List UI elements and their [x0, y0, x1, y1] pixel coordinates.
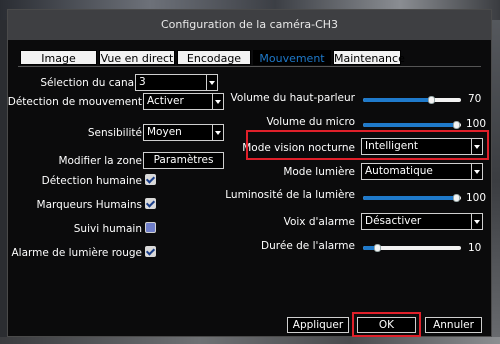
camera-config-dialog: Configuration de la caméra-CH3 Image Vue…: [7, 9, 492, 337]
cancel-button[interactable]: Annuler: [425, 317, 482, 333]
light-mode-select[interactable]: Automatique: [361, 163, 483, 180]
mic-volume-slider[interactable]: [363, 121, 461, 129]
ok-highlight: [352, 312, 421, 337]
light-brightness-fill: [363, 196, 457, 200]
alarm-duration-label: Durée de l'alarme: [261, 240, 355, 252]
channel-value: 3: [139, 76, 146, 88]
apply-button[interactable]: Appliquer: [287, 317, 349, 333]
speaker-volume-label: Volume du haut-parleur: [230, 92, 355, 104]
tab-motion[interactable]: Mouvement: [253, 50, 331, 65]
mic-volume-value: 100: [466, 118, 487, 130]
tab-encoding[interactable]: Encodage: [177, 50, 251, 65]
human-detection-checkbox[interactable]: [145, 174, 156, 185]
chevron-down-icon: [212, 94, 223, 109]
chevron-down-icon: [212, 125, 223, 140]
camera-feed-background-left: [0, 20, 7, 344]
night-vision-highlight: [246, 130, 489, 160]
speaker-volume-knob[interactable]: [428, 96, 435, 104]
mic-volume-knob[interactable]: [453, 121, 460, 129]
edit-zone-label: Modifier la zone: [58, 155, 142, 167]
alarm-duration-knob[interactable]: [374, 244, 381, 252]
light-mode-label: Mode lumière: [283, 166, 355, 178]
speaker-volume-value: 70: [468, 93, 482, 105]
human-tracking-checkbox[interactable]: [145, 222, 156, 233]
human-detection-label: Détection humaine: [41, 175, 142, 187]
alarm-voice-select[interactable]: Désactiver: [361, 213, 483, 230]
channel-label: Sélection du canal: [40, 77, 137, 89]
camera-feed-background-bottom: [0, 337, 500, 344]
light-brightness-value: 100: [466, 192, 487, 204]
tab-divider: [18, 66, 481, 67]
motion-detection-label: Détection de mouvement: [7, 96, 142, 108]
alarm-duration-value: 10: [468, 242, 482, 254]
camera-feed-background-right: [492, 20, 500, 344]
chevron-down-icon: [471, 214, 482, 229]
red-light-alarm-checkbox[interactable]: [145, 246, 156, 257]
tab-maintenance[interactable]: Maintenance: [333, 50, 405, 65]
zone-settings-button[interactable]: Paramètres: [143, 152, 224, 169]
chevron-down-icon: [206, 75, 217, 90]
human-markers-checkbox[interactable]: [145, 198, 156, 209]
light-brightness-label: Luminosité de la lumière: [225, 189, 355, 201]
red-light-alarm-label: Alarme de lumière rouge: [11, 247, 142, 259]
mic-volume-fill: [363, 123, 457, 127]
light-brightness-slider[interactable]: [363, 194, 461, 202]
tab-bar: Image Vue en direct Encodage Mouvement M…: [20, 50, 405, 66]
motion-detection-value: Activer: [147, 95, 184, 107]
sensitivity-select[interactable]: Moyen: [143, 124, 224, 141]
speaker-volume-slider[interactable]: [363, 96, 461, 104]
chevron-down-icon: [471, 164, 482, 179]
speaker-volume-fill: [363, 98, 432, 102]
human-markers-label: Marqueurs Humains: [36, 199, 142, 211]
sensitivity-value: Moyen: [147, 126, 182, 138]
alarm-duration-slider[interactable]: [363, 244, 461, 252]
human-tracking-label: Suivi humain: [73, 223, 142, 235]
motion-detection-select[interactable]: Activer: [143, 93, 224, 110]
tab-image[interactable]: Image: [20, 50, 97, 65]
channel-select[interactable]: 3: [135, 74, 218, 91]
tab-live-view[interactable]: Vue en direct: [99, 50, 175, 65]
light-brightness-knob[interactable]: [453, 194, 460, 202]
light-mode-value: Automatique: [365, 165, 433, 177]
sensitivity-label: Sensibilité: [87, 127, 142, 139]
alarm-voice-label: Voix d'alarme: [283, 216, 355, 228]
dialog-title: Configuration de la caméra-CH3: [8, 10, 491, 40]
mic-volume-label: Volume du micro: [266, 116, 355, 128]
alarm-voice-value: Désactiver: [365, 215, 422, 227]
